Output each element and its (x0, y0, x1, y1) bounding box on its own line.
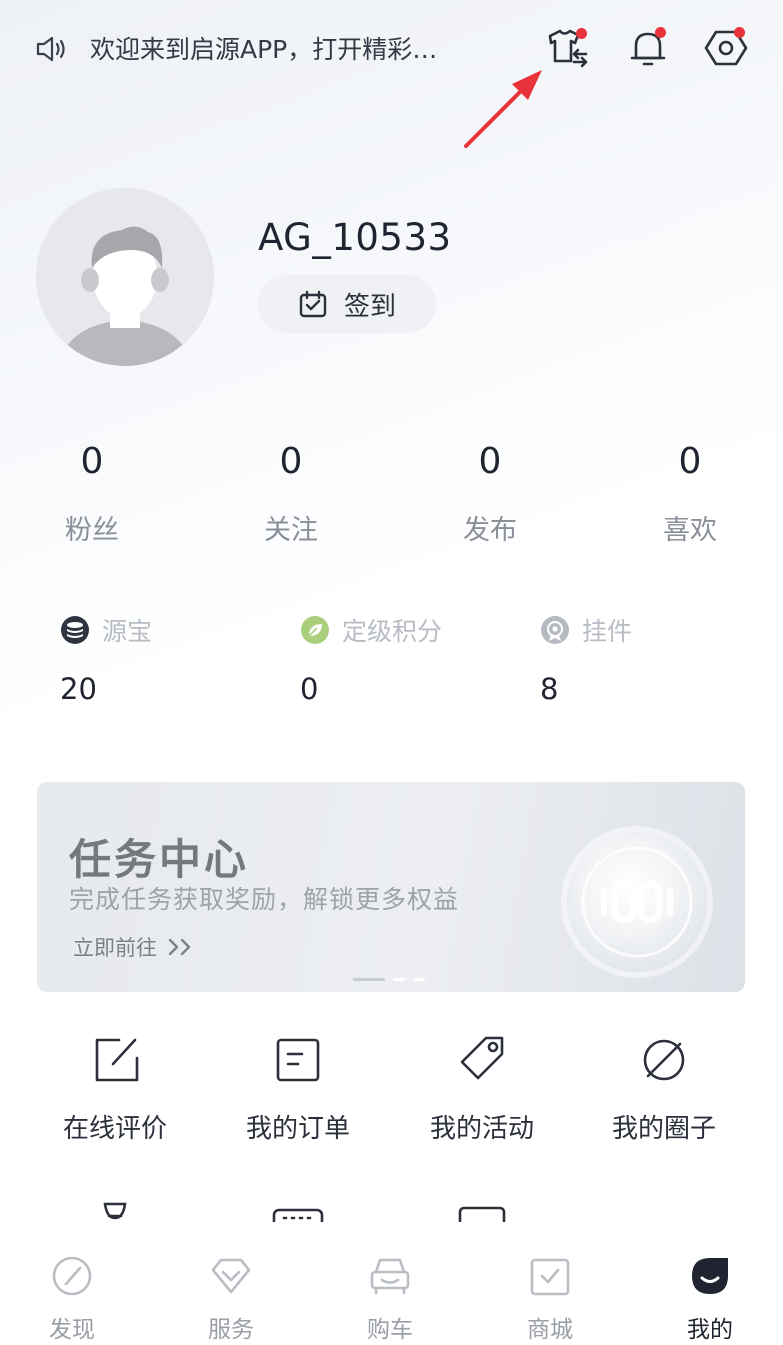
medal-icon (541, 616, 569, 644)
diamond-icon (209, 1254, 253, 1298)
banner-pagination (353, 978, 425, 981)
menu-my-circles[interactable]: 我的圈子 (573, 1034, 755, 1145)
menu-row2-item[interactable] (207, 1196, 389, 1222)
box-icon (456, 1196, 508, 1222)
tab-label: 服务 (208, 1317, 254, 1343)
wallet-label: 定级积分 (342, 617, 443, 646)
menu-label: 我的圈子 (611, 1114, 716, 1144)
top-bar: 欢迎来到启源APP，打开精彩… (0, 0, 783, 148)
tab-label: 发现 (49, 1317, 95, 1343)
wallet-points[interactable]: 定级积分 0 (300, 612, 442, 706)
stat-likes[interactable]: 0 喜欢 (610, 438, 770, 547)
checkin-button[interactable]: 签到 (258, 275, 436, 333)
stat-label: 发布 (463, 515, 517, 546)
menu-label: 在线评价 (62, 1114, 167, 1144)
order-icon (272, 1034, 324, 1086)
stat-fans[interactable]: 0 粉丝 (12, 438, 172, 547)
circle-icon (638, 1034, 690, 1086)
wallet-value: 8 (540, 672, 559, 706)
stat-posts[interactable]: 0 发布 (410, 438, 570, 547)
edit-icon (89, 1034, 141, 1086)
tab-label: 我的 (687, 1317, 733, 1343)
username: AG_10533 (258, 216, 452, 259)
menu-label: 我的订单 (245, 1114, 350, 1144)
profile-icon (688, 1254, 732, 1298)
double-chevron-icon (168, 938, 191, 956)
avatar[interactable] (36, 188, 214, 366)
tag-icon (456, 1034, 508, 1086)
checkin-label: 签到 (343, 291, 396, 322)
annotation-arrow-icon (458, 68, 548, 150)
stat-label: 粉丝 (65, 515, 119, 546)
task-coin-icon (567, 832, 707, 972)
coin-stack-icon (61, 616, 89, 644)
calendar-check-icon (299, 290, 327, 318)
tab-buy-car[interactable]: 购车 (312, 1254, 468, 1344)
banner-go-link[interactable]: 立即前往 (73, 932, 195, 962)
bell-icon[interactable] (624, 24, 672, 72)
stat-label: 喜欢 (663, 515, 717, 546)
banner-title: 任务中心 (69, 835, 250, 884)
car-icon (368, 1254, 412, 1298)
tab-discover[interactable]: 发现 (0, 1254, 150, 1344)
tab-label: 购车 (367, 1317, 413, 1343)
stat-value: 0 (80, 441, 104, 482)
menu-online-review[interactable]: 在线评价 (24, 1034, 206, 1145)
cup-icon (89, 1196, 141, 1222)
wallet-value: 20 (60, 672, 97, 706)
settings-hex-icon[interactable] (702, 24, 750, 72)
wallet-value: 0 (300, 672, 319, 706)
menu-my-activities[interactable]: 我的活动 (391, 1034, 573, 1145)
stat-following[interactable]: 0 关注 (211, 438, 371, 547)
menu-row2-item[interactable] (24, 1196, 206, 1222)
card-icon (272, 1196, 324, 1222)
tab-mall[interactable]: 商城 (472, 1254, 628, 1344)
stat-value: 0 (478, 441, 502, 482)
wallet-yuanbao[interactable]: 源宝 20 (60, 612, 152, 706)
menu-label: 我的活动 (429, 1114, 534, 1144)
menu-row2-item[interactable] (391, 1196, 573, 1222)
wallet-pendants[interactable]: 挂件 8 (540, 612, 632, 706)
speaker-icon (34, 32, 68, 66)
shirt-swap-icon[interactable] (544, 24, 592, 72)
tab-service[interactable]: 服务 (153, 1254, 309, 1344)
bottom-tab-bar: 发现 服务 购车 商城 我的 (0, 1222, 783, 1345)
stat-value: 0 (678, 441, 702, 482)
tab-mine[interactable]: 我的 (632, 1254, 783, 1344)
stat-label: 关注 (264, 515, 318, 546)
banner-subtitle: 完成任务获取奖励，解锁更多权益 (69, 885, 460, 914)
banner-go-label: 立即前往 (73, 936, 157, 960)
compass-icon (50, 1254, 94, 1298)
tab-label: 商城 (527, 1317, 573, 1343)
shop-icon (528, 1254, 572, 1298)
leaf-badge-icon (301, 616, 329, 644)
task-center-banner[interactable]: 任务中心 完成任务获取奖励，解锁更多权益 立即前往 (37, 782, 745, 992)
wallet-label: 源宝 (102, 617, 153, 646)
wallet-label: 挂件 (582, 617, 633, 646)
stat-value: 0 (279, 441, 303, 482)
notice-marquee[interactable]: 欢迎来到启源APP，打开精彩… (90, 30, 437, 66)
menu-my-orders[interactable]: 我的订单 (207, 1034, 389, 1145)
